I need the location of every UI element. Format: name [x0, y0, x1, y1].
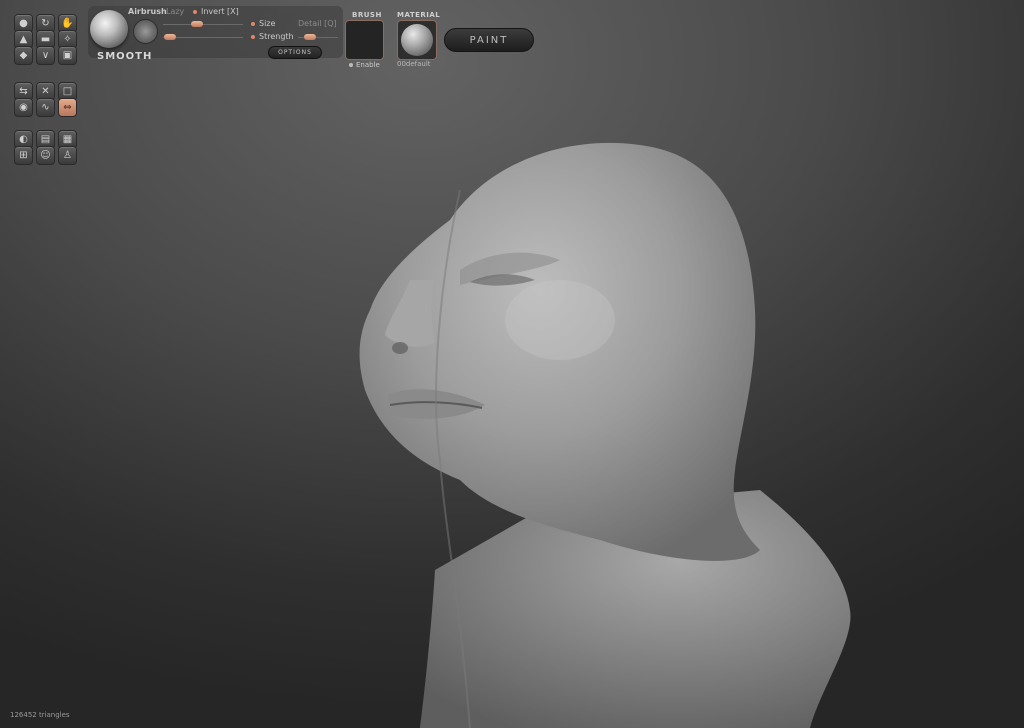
brush-preview-sphere[interactable] [90, 10, 128, 48]
options-button[interactable]: OPTIONS [268, 46, 322, 59]
wireframe-icon[interactable]: ◉ [14, 98, 33, 117]
layer-icon[interactable]: ▣ [58, 46, 77, 65]
lazy-toggle[interactable]: Lazy [166, 7, 184, 16]
size-slider-handle[interactable] [191, 21, 203, 27]
brush-color-swatch[interactable] [345, 20, 384, 60]
brush-name-label: SMOOTH [97, 51, 153, 62]
brush-alpha-button[interactable] [133, 19, 158, 44]
material-preview[interactable] [397, 20, 437, 60]
strength-slider-handle[interactable] [164, 34, 176, 40]
mirror-icon[interactable]: ⇔ [58, 98, 77, 117]
airbrush-toggle[interactable]: Airbrush [128, 7, 167, 16]
subdivide-icon[interactable]: ⊞ [14, 146, 33, 165]
enable-dot-icon [349, 63, 353, 67]
snake-icon[interactable]: ∿ [36, 98, 55, 117]
triangle-count: 126452 triangles [10, 711, 70, 719]
crease-icon[interactable]: ∨ [36, 46, 55, 65]
strength-label: Strength [259, 32, 294, 41]
size-label: Size [259, 19, 276, 28]
material-sphere-icon [401, 24, 433, 56]
invert-dot-icon [193, 10, 197, 14]
body-icon[interactable]: ♙ [58, 146, 77, 165]
strength-dot-icon [251, 35, 255, 39]
enable-toggle[interactable]: Enable [356, 61, 380, 69]
sculpt-mesh-head[interactable] [340, 130, 880, 728]
brush-section-title: BRUSH [352, 11, 382, 19]
detail-slider-handle[interactable] [304, 34, 316, 40]
material-section-title: MATERIAL [397, 11, 441, 19]
material-name: 00default [397, 60, 431, 68]
invert-toggle[interactable]: Invert [X] [201, 7, 239, 16]
size-dot-icon [251, 22, 255, 26]
detail-toggle[interactable]: Detail [Q] [298, 19, 337, 28]
size-slider[interactable] [163, 24, 243, 25]
head-icon[interactable]: ☺ [36, 146, 55, 165]
paint-button[interactable]: PAINT [444, 28, 534, 52]
smooth-icon[interactable]: ◆ [14, 46, 33, 65]
